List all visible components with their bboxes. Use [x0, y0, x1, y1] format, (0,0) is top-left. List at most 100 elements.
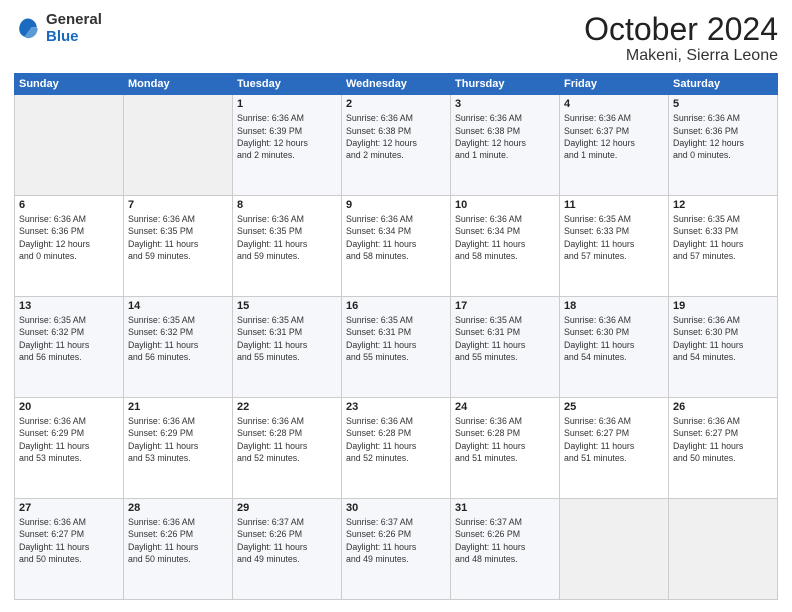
day-info: Sunrise: 6:36 AM Sunset: 6:38 PM Dayligh… [346, 112, 446, 161]
calendar-cell: 24Sunrise: 6:36 AM Sunset: 6:28 PM Dayli… [451, 398, 560, 499]
day-info: Sunrise: 6:36 AM Sunset: 6:30 PM Dayligh… [673, 314, 773, 363]
day-info: Sunrise: 6:36 AM Sunset: 6:35 PM Dayligh… [237, 213, 337, 262]
logo-text: General Blue [46, 12, 102, 45]
calendar-cell: 1 Sunrise: 6:36 AM Sunset: 6:39 PM Daylig… [233, 95, 342, 196]
day-number: 26 [673, 401, 773, 413]
calendar-cell: 3 Sunrise: 6:36 AM Sunset: 6:38 PM Daylig… [451, 95, 560, 196]
day-info: Sunrise: 6:36 AM Sunset: 6:26 PM Dayligh… [128, 516, 228, 565]
calendar-cell: 5 Sunrise: 6:36 AM Sunset: 6:36 PM Daylig… [669, 95, 778, 196]
calendar-cell: 8 Sunrise: 6:36 AM Sunset: 6:35 PM Daylig… [233, 196, 342, 297]
calendar-cell: 7Sunrise: 6:36 AM Sunset: 6:35 PM Daylig… [124, 196, 233, 297]
week-row-2: 13Sunrise: 6:35 AM Sunset: 6:32 PM Dayli… [15, 297, 778, 398]
day-info: Sunrise: 6:36 AM Sunset: 6:29 PM Dayligh… [19, 415, 119, 464]
day-info: Sunrise: 6:36 AM Sunset: 6:39 PM Dayligh… [237, 112, 337, 161]
logo: General Blue [14, 12, 102, 45]
day-number: 3 [455, 98, 555, 110]
calendar-cell: 22Sunrise: 6:36 AM Sunset: 6:28 PM Dayli… [233, 398, 342, 499]
day-number: 28 [128, 502, 228, 514]
week-row-3: 20 Sunrise: 6:36 AM Sunset: 6:29 PM Dayli… [15, 398, 778, 499]
day-number: 27 [19, 502, 119, 514]
calendar-table: SundayMondayTuesdayWednesdayThursdayFrid… [14, 73, 778, 600]
day-info: Sunrise: 6:36 AM Sunset: 6:29 PM Dayligh… [128, 415, 228, 464]
week-row-0: 1 Sunrise: 6:36 AM Sunset: 6:39 PM Daylig… [15, 95, 778, 196]
day-number: 14 [128, 300, 228, 312]
day-info: Sunrise: 6:37 AM Sunset: 6:26 PM Dayligh… [237, 516, 337, 565]
title-section: October 2024 Makeni, Sierra Leone [584, 12, 778, 65]
day-info: Sunrise: 6:36 AM Sunset: 6:28 PM Dayligh… [237, 415, 337, 464]
calendar-cell: 17Sunrise: 6:35 AM Sunset: 6:31 PM Dayli… [451, 297, 560, 398]
day-number: 31 [455, 502, 555, 514]
day-number: 21 [128, 401, 228, 413]
location-title: Makeni, Sierra Leone [584, 47, 778, 65]
day-number: 7 [128, 199, 228, 211]
day-info: Sunrise: 6:37 AM Sunset: 6:26 PM Dayligh… [455, 516, 555, 565]
week-row-4: 27Sunrise: 6:36 AM Sunset: 6:27 PM Dayli… [15, 499, 778, 600]
day-number: 2 [346, 98, 446, 110]
calendar-cell: 27Sunrise: 6:36 AM Sunset: 6:27 PM Dayli… [15, 499, 124, 600]
calendar-cell: 4 Sunrise: 6:36 AM Sunset: 6:37 PM Daylig… [560, 95, 669, 196]
calendar-cell: 6Sunrise: 6:36 AM Sunset: 6:36 PM Daylig… [15, 196, 124, 297]
day-info: Sunrise: 6:36 AM Sunset: 6:37 PM Dayligh… [564, 112, 664, 161]
page: General Blue October 2024 Makeni, Sierra… [0, 0, 792, 612]
calendar-cell: 13Sunrise: 6:35 AM Sunset: 6:32 PM Dayli… [15, 297, 124, 398]
header: General Blue October 2024 Makeni, Sierra… [14, 12, 778, 65]
day-number: 25 [564, 401, 664, 413]
day-info: Sunrise: 6:36 AM Sunset: 6:36 PM Dayligh… [673, 112, 773, 161]
day-number: 5 [673, 98, 773, 110]
day-number: 12 [673, 199, 773, 211]
day-number: 30 [346, 502, 446, 514]
header-row: SundayMondayTuesdayWednesdayThursdayFrid… [15, 74, 778, 95]
calendar-header: SundayMondayTuesdayWednesdayThursdayFrid… [15, 74, 778, 95]
header-day-sunday: Sunday [15, 74, 124, 95]
day-info: Sunrise: 6:36 AM Sunset: 6:27 PM Dayligh… [673, 415, 773, 464]
day-info: Sunrise: 6:35 AM Sunset: 6:32 PM Dayligh… [19, 314, 119, 363]
day-info: Sunrise: 6:37 AM Sunset: 6:26 PM Dayligh… [346, 516, 446, 565]
calendar-cell [124, 95, 233, 196]
calendar-cell: 11 Sunrise: 6:35 AM Sunset: 6:33 PM Dayli… [560, 196, 669, 297]
day-number: 4 [564, 98, 664, 110]
header-day-monday: Monday [124, 74, 233, 95]
day-number: 10 [455, 199, 555, 211]
day-number: 15 [237, 300, 337, 312]
day-number: 16 [346, 300, 446, 312]
calendar-cell: 23Sunrise: 6:36 AM Sunset: 6:28 PM Dayli… [342, 398, 451, 499]
calendar-cell: 28 Sunrise: 6:36 AM Sunset: 6:26 PM Dayli… [124, 499, 233, 600]
calendar-cell: 16Sunrise: 6:35 AM Sunset: 6:31 PM Dayli… [342, 297, 451, 398]
day-info: Sunrise: 6:35 AM Sunset: 6:33 PM Dayligh… [564, 213, 664, 262]
day-number: 9 [346, 199, 446, 211]
header-day-friday: Friday [560, 74, 669, 95]
day-info: Sunrise: 6:36 AM Sunset: 6:38 PM Dayligh… [455, 112, 555, 161]
day-number: 1 [237, 98, 337, 110]
header-day-saturday: Saturday [669, 74, 778, 95]
logo-icon [14, 15, 42, 43]
day-info: Sunrise: 6:36 AM Sunset: 6:28 PM Dayligh… [455, 415, 555, 464]
day-info: Sunrise: 6:35 AM Sunset: 6:33 PM Dayligh… [673, 213, 773, 262]
calendar-cell: 26 Sunrise: 6:36 AM Sunset: 6:27 PM Dayli… [669, 398, 778, 499]
calendar-cell [669, 499, 778, 600]
calendar-cell: 20 Sunrise: 6:36 AM Sunset: 6:29 PM Dayli… [15, 398, 124, 499]
calendar-cell: 12 Sunrise: 6:35 AM Sunset: 6:33 PM Dayli… [669, 196, 778, 297]
logo-general: General [46, 12, 102, 29]
calendar-cell: 31 Sunrise: 6:37 AM Sunset: 6:26 PM Dayli… [451, 499, 560, 600]
day-number: 11 [564, 199, 664, 211]
day-info: Sunrise: 6:35 AM Sunset: 6:31 PM Dayligh… [455, 314, 555, 363]
logo-blue: Blue [46, 29, 102, 46]
calendar-body: 1 Sunrise: 6:36 AM Sunset: 6:39 PM Daylig… [15, 95, 778, 600]
calendar-cell: 19 Sunrise: 6:36 AM Sunset: 6:30 PM Dayli… [669, 297, 778, 398]
calendar-cell [15, 95, 124, 196]
day-info: Sunrise: 6:36 AM Sunset: 6:34 PM Dayligh… [455, 213, 555, 262]
calendar-cell: 21 Sunrise: 6:36 AM Sunset: 6:29 PM Dayli… [124, 398, 233, 499]
calendar-cell: 29Sunrise: 6:37 AM Sunset: 6:26 PM Dayli… [233, 499, 342, 600]
week-row-1: 6Sunrise: 6:36 AM Sunset: 6:36 PM Daylig… [15, 196, 778, 297]
header-day-thursday: Thursday [451, 74, 560, 95]
day-info: Sunrise: 6:36 AM Sunset: 6:30 PM Dayligh… [564, 314, 664, 363]
calendar-cell: 10 Sunrise: 6:36 AM Sunset: 6:34 PM Dayli… [451, 196, 560, 297]
day-info: Sunrise: 6:35 AM Sunset: 6:32 PM Dayligh… [128, 314, 228, 363]
day-info: Sunrise: 6:36 AM Sunset: 6:27 PM Dayligh… [564, 415, 664, 464]
day-number: 20 [19, 401, 119, 413]
day-info: Sunrise: 6:36 AM Sunset: 6:28 PM Dayligh… [346, 415, 446, 464]
day-number: 8 [237, 199, 337, 211]
calendar-cell: 25 Sunrise: 6:36 AM Sunset: 6:27 PM Dayli… [560, 398, 669, 499]
day-info: Sunrise: 6:36 AM Sunset: 6:36 PM Dayligh… [19, 213, 119, 262]
day-number: 19 [673, 300, 773, 312]
